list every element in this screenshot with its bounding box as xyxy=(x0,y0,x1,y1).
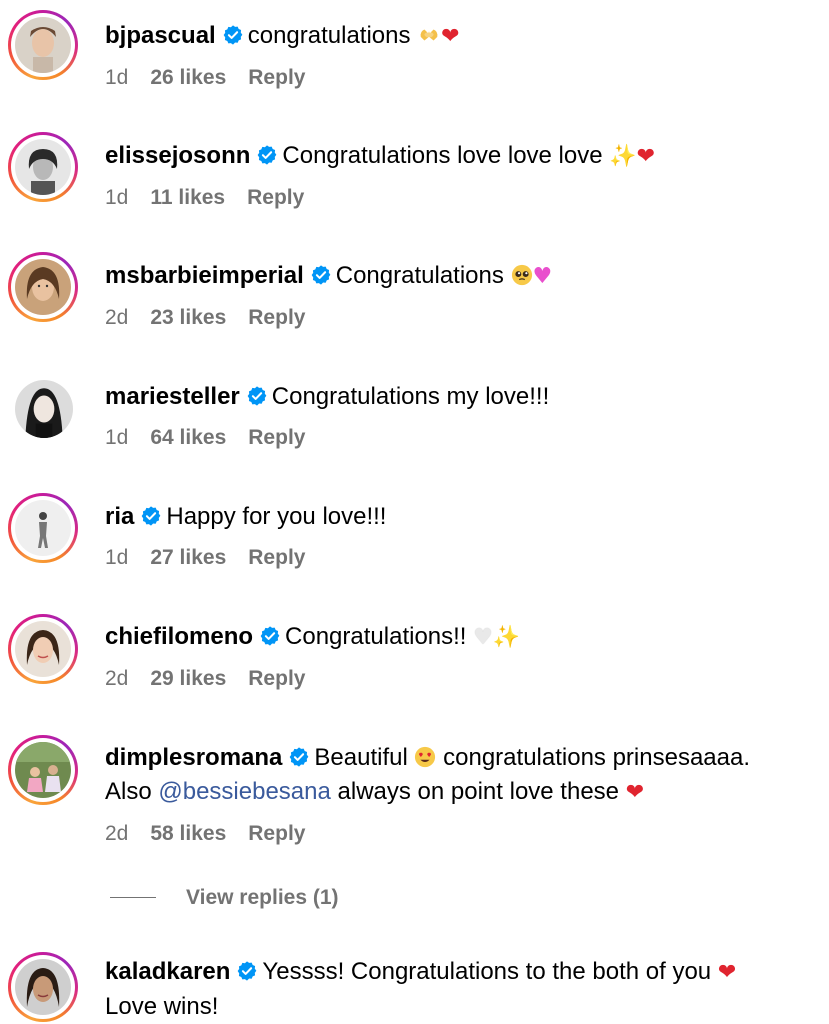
red-heart-emoji: ❤ xyxy=(717,960,737,985)
heart-eyes-emoji xyxy=(414,746,436,768)
mention-link[interactable]: @bessiebesana xyxy=(158,778,330,805)
red-heart-emoji: ❤ xyxy=(625,780,645,805)
verified-badge-icon xyxy=(236,960,258,982)
comment-username[interactable]: kaladkaren xyxy=(105,958,230,985)
comment-time: 2d xyxy=(105,306,129,329)
comment-likes[interactable]: 29 likes xyxy=(150,667,226,690)
comment-likes[interactable]: 23 likes xyxy=(150,306,226,329)
comment-text: Yessss! Congratulations to the both of y… xyxy=(262,958,718,985)
reply-button[interactable]: Reply xyxy=(248,66,305,89)
comment-time: 1d xyxy=(105,546,129,569)
comment-likes[interactable]: 11 likes xyxy=(150,186,225,209)
verified-badge-icon xyxy=(288,746,310,768)
comment-text: Happy for you love!!! xyxy=(166,503,387,530)
avatar[interactable] xyxy=(8,132,78,202)
reply-button[interactable]: Reply xyxy=(248,546,305,569)
comment-username[interactable]: chiefilomeno xyxy=(105,623,253,650)
comment-text: Congratulations xyxy=(335,262,511,289)
verified-badge-icon xyxy=(310,264,332,286)
comment-username[interactable]: mariesteller xyxy=(105,383,240,410)
comment-username[interactable]: bjpascual xyxy=(105,22,216,49)
pleading-face-emoji xyxy=(511,264,533,286)
reply-button[interactable]: Reply xyxy=(248,667,305,690)
sparkles-emoji: ✨ xyxy=(492,625,521,650)
replies-divider-line xyxy=(110,897,156,898)
red-heart-emoji: ❤ xyxy=(636,144,656,169)
comment-username[interactable]: msbarbieimperial xyxy=(105,262,304,289)
avatar[interactable] xyxy=(8,252,78,322)
reply-button[interactable]: Reply xyxy=(248,822,305,845)
verified-badge-icon xyxy=(259,625,281,647)
comment-text: Congratulations love love love xyxy=(282,142,610,169)
comment-text: Congratulations my love!!! xyxy=(271,383,550,410)
heart-hands-emoji xyxy=(417,20,441,54)
comment-likes[interactable]: 64 likes xyxy=(150,426,226,449)
comment-text-line2: Love wins! xyxy=(105,993,219,1020)
avatar[interactable] xyxy=(8,493,78,563)
comment-likes[interactable]: 26 likes xyxy=(150,66,226,89)
verified-badge-icon xyxy=(140,505,162,527)
pink-heart-emoji: ♥ xyxy=(532,264,553,289)
comment-text: congratulations xyxy=(247,22,418,49)
sparkles-emoji: ✨ xyxy=(609,144,637,169)
avatar[interactable] xyxy=(8,735,78,805)
comment-text: Beautiful xyxy=(314,744,415,771)
comment-time: 2d xyxy=(105,822,129,845)
avatar[interactable] xyxy=(8,10,78,80)
reply-button[interactable]: Reply xyxy=(247,186,304,209)
comment-time: 1d xyxy=(105,66,129,89)
reply-button[interactable]: Reply xyxy=(248,306,305,329)
comment-username[interactable]: elissejosonn xyxy=(105,142,250,169)
comment-likes[interactable]: 58 likes xyxy=(150,822,226,845)
comment-text: Congratulations!! xyxy=(285,623,474,650)
comment-likes[interactable]: 27 likes xyxy=(150,546,226,569)
avatar[interactable] xyxy=(8,952,78,1022)
view-replies-button[interactable]: View replies (1) xyxy=(110,886,339,910)
avatar[interactable] xyxy=(8,373,78,443)
comment-text-line2-continued: always on point love these xyxy=(330,778,626,805)
verified-badge-icon xyxy=(246,385,268,407)
comment-time: 2d xyxy=(105,667,129,690)
comment-text-line2: Also xyxy=(105,778,159,805)
white-heart-emoji: ♥ xyxy=(473,625,493,650)
comment-time: 1d xyxy=(105,186,129,209)
comment-username[interactable]: ria xyxy=(105,503,134,530)
comment-text-continued: congratulations prinsesaaaa. xyxy=(436,744,751,771)
view-replies-label[interactable]: View replies (1) xyxy=(186,886,339,909)
reply-button[interactable]: Reply xyxy=(248,426,305,449)
avatar[interactable] xyxy=(8,614,78,684)
verified-badge-icon xyxy=(256,144,278,166)
red-heart-emoji: ❤ xyxy=(441,24,460,49)
comment-time: 1d xyxy=(105,426,129,449)
comment-username[interactable]: dimplesromana xyxy=(105,744,282,771)
verified-badge-icon xyxy=(222,24,244,46)
